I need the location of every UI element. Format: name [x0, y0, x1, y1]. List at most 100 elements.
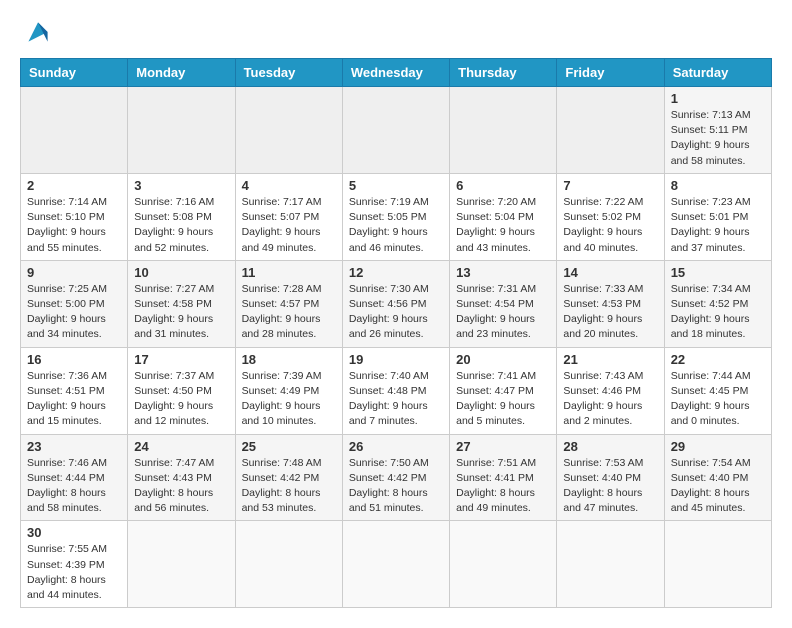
calendar-cell: 15Sunrise: 7:34 AM Sunset: 4:52 PM Dayli… — [664, 260, 771, 347]
calendar-cell: 19Sunrise: 7:40 AM Sunset: 4:48 PM Dayli… — [342, 347, 449, 434]
day-number: 3 — [134, 178, 228, 193]
day-info: Sunrise: 7:31 AM Sunset: 4:54 PM Dayligh… — [456, 282, 550, 343]
calendar-cell: 5 Sunrise: 7:19 AM Sunset: 5:05 PM Daylig… — [342, 173, 449, 260]
calendar-week-row: 9Sunrise: 7:25 AM Sunset: 5:00 PM Daylig… — [21, 260, 772, 347]
calendar-cell: 7 Sunrise: 7:22 AM Sunset: 5:02 PM Daylig… — [557, 173, 664, 260]
calendar-cell — [235, 521, 342, 608]
day-number: 20 — [456, 352, 550, 367]
calendar-cell — [557, 521, 664, 608]
calendar-cell: 29 Sunrise: 7:54 AM Sunset: 4:40 PM Dayli… — [664, 434, 771, 521]
calendar-cell — [128, 521, 235, 608]
calendar-cell — [342, 87, 449, 174]
calendar-week-row: 16 Sunrise: 7:36 AM Sunset: 4:51 PM Dayli… — [21, 347, 772, 434]
calendar-cell: 8Sunrise: 7:23 AM Sunset: 5:01 PM Daylig… — [664, 173, 771, 260]
day-info: Sunrise: 7:51 AM Sunset: 4:41 PM Dayligh… — [456, 456, 550, 517]
calendar-cell: 30 Sunrise: 7:55 AM Sunset: 4:39 PM Dayli… — [21, 521, 128, 608]
calendar-cell: 2 Sunrise: 7:14 AM Sunset: 5:10 PM Daylig… — [21, 173, 128, 260]
calendar-cell: 20 Sunrise: 7:41 AM Sunset: 4:47 PM Dayli… — [450, 347, 557, 434]
calendar-cell: 14 Sunrise: 7:33 AM Sunset: 4:53 PM Dayli… — [557, 260, 664, 347]
day-number: 29 — [671, 439, 765, 454]
day-info: Sunrise: 7:14 AM Sunset: 5:10 PM Dayligh… — [27, 195, 121, 256]
day-number: 1 — [671, 91, 765, 106]
day-number: 2 — [27, 178, 121, 193]
logo-icon — [22, 16, 54, 48]
day-number: 18 — [242, 352, 336, 367]
day-info: Sunrise: 7:43 AM Sunset: 4:46 PM Dayligh… — [563, 369, 657, 430]
weekday-header-saturday: Saturday — [664, 59, 771, 87]
day-number: 14 — [563, 265, 657, 280]
day-number: 10 — [134, 265, 228, 280]
day-number: 22 — [671, 352, 765, 367]
calendar-week-row: 30 Sunrise: 7:55 AM Sunset: 4:39 PM Dayli… — [21, 521, 772, 608]
day-number: 27 — [456, 439, 550, 454]
calendar-cell: 1 Sunrise: 7:13 AM Sunset: 5:11 PM Daylig… — [664, 87, 771, 174]
day-info: Sunrise: 7:22 AM Sunset: 5:02 PM Dayligh… — [563, 195, 657, 256]
day-info: Sunrise: 7:44 AM Sunset: 4:45 PM Dayligh… — [671, 369, 765, 430]
day-info: Sunrise: 7:36 AM Sunset: 4:51 PM Dayligh… — [27, 369, 121, 430]
calendar-cell — [450, 521, 557, 608]
day-number: 26 — [349, 439, 443, 454]
calendar-cell: 21 Sunrise: 7:43 AM Sunset: 4:46 PM Dayli… — [557, 347, 664, 434]
day-number: 13 — [456, 265, 550, 280]
day-number: 23 — [27, 439, 121, 454]
day-number: 4 — [242, 178, 336, 193]
day-number: 30 — [27, 525, 121, 540]
day-number: 28 — [563, 439, 657, 454]
logo — [20, 16, 54, 48]
calendar-cell: 27 Sunrise: 7:51 AM Sunset: 4:41 PM Dayli… — [450, 434, 557, 521]
day-info: Sunrise: 7:28 AM Sunset: 4:57 PM Dayligh… — [242, 282, 336, 343]
calendar-header-row: SundayMondayTuesdayWednesdayThursdayFrid… — [21, 59, 772, 87]
calendar-week-row: 1 Sunrise: 7:13 AM Sunset: 5:11 PM Daylig… — [21, 87, 772, 174]
calendar-cell: 3 Sunrise: 7:16 AM Sunset: 5:08 PM Daylig… — [128, 173, 235, 260]
day-info: Sunrise: 7:48 AM Sunset: 4:42 PM Dayligh… — [242, 456, 336, 517]
day-number: 25 — [242, 439, 336, 454]
weekday-header-sunday: Sunday — [21, 59, 128, 87]
calendar-cell: 23Sunrise: 7:46 AM Sunset: 4:44 PM Dayli… — [21, 434, 128, 521]
weekday-header-wednesday: Wednesday — [342, 59, 449, 87]
day-number: 12 — [349, 265, 443, 280]
calendar-cell: 11 Sunrise: 7:28 AM Sunset: 4:57 PM Dayli… — [235, 260, 342, 347]
calendar-cell: 28 Sunrise: 7:53 AM Sunset: 4:40 PM Dayli… — [557, 434, 664, 521]
day-info: Sunrise: 7:20 AM Sunset: 5:04 PM Dayligh… — [456, 195, 550, 256]
calendar-cell: 16 Sunrise: 7:36 AM Sunset: 4:51 PM Dayli… — [21, 347, 128, 434]
day-number: 7 — [563, 178, 657, 193]
day-info: Sunrise: 7:54 AM Sunset: 4:40 PM Dayligh… — [671, 456, 765, 517]
day-number: 17 — [134, 352, 228, 367]
day-number: 24 — [134, 439, 228, 454]
day-info: Sunrise: 7:16 AM Sunset: 5:08 PM Dayligh… — [134, 195, 228, 256]
weekday-header-monday: Monday — [128, 59, 235, 87]
day-number: 21 — [563, 352, 657, 367]
day-info: Sunrise: 7:19 AM Sunset: 5:05 PM Dayligh… — [349, 195, 443, 256]
day-number: 16 — [27, 352, 121, 367]
weekday-header-thursday: Thursday — [450, 59, 557, 87]
day-info: Sunrise: 7:33 AM Sunset: 4:53 PM Dayligh… — [563, 282, 657, 343]
calendar-cell: 6 Sunrise: 7:20 AM Sunset: 5:04 PM Daylig… — [450, 173, 557, 260]
calendar-cell: 17Sunrise: 7:37 AM Sunset: 4:50 PM Dayli… — [128, 347, 235, 434]
calendar-cell — [235, 87, 342, 174]
calendar-cell — [342, 521, 449, 608]
day-info: Sunrise: 7:55 AM Sunset: 4:39 PM Dayligh… — [27, 542, 121, 603]
calendar-cell — [557, 87, 664, 174]
header — [20, 16, 772, 48]
calendar-week-row: 2 Sunrise: 7:14 AM Sunset: 5:10 PM Daylig… — [21, 173, 772, 260]
day-number: 11 — [242, 265, 336, 280]
day-number: 15 — [671, 265, 765, 280]
calendar-cell: 9Sunrise: 7:25 AM Sunset: 5:00 PM Daylig… — [21, 260, 128, 347]
calendar: SundayMondayTuesdayWednesdayThursdayFrid… — [20, 58, 772, 608]
day-info: Sunrise: 7:41 AM Sunset: 4:47 PM Dayligh… — [456, 369, 550, 430]
calendar-cell — [664, 521, 771, 608]
calendar-cell: 12Sunrise: 7:30 AM Sunset: 4:56 PM Dayli… — [342, 260, 449, 347]
calendar-week-row: 23Sunrise: 7:46 AM Sunset: 4:44 PM Dayli… — [21, 434, 772, 521]
day-number: 19 — [349, 352, 443, 367]
day-info: Sunrise: 7:47 AM Sunset: 4:43 PM Dayligh… — [134, 456, 228, 517]
day-number: 8 — [671, 178, 765, 193]
day-info: Sunrise: 7:25 AM Sunset: 5:00 PM Dayligh… — [27, 282, 121, 343]
calendar-cell: 22 Sunrise: 7:44 AM Sunset: 4:45 PM Dayli… — [664, 347, 771, 434]
calendar-cell: 10Sunrise: 7:27 AM Sunset: 4:58 PM Dayli… — [128, 260, 235, 347]
day-info: Sunrise: 7:53 AM Sunset: 4:40 PM Dayligh… — [563, 456, 657, 517]
calendar-cell: 4Sunrise: 7:17 AM Sunset: 5:07 PM Daylig… — [235, 173, 342, 260]
day-number: 5 — [349, 178, 443, 193]
day-number: 6 — [456, 178, 550, 193]
day-info: Sunrise: 7:13 AM Sunset: 5:11 PM Dayligh… — [671, 108, 765, 169]
page: SundayMondayTuesdayWednesdayThursdayFrid… — [0, 0, 792, 628]
